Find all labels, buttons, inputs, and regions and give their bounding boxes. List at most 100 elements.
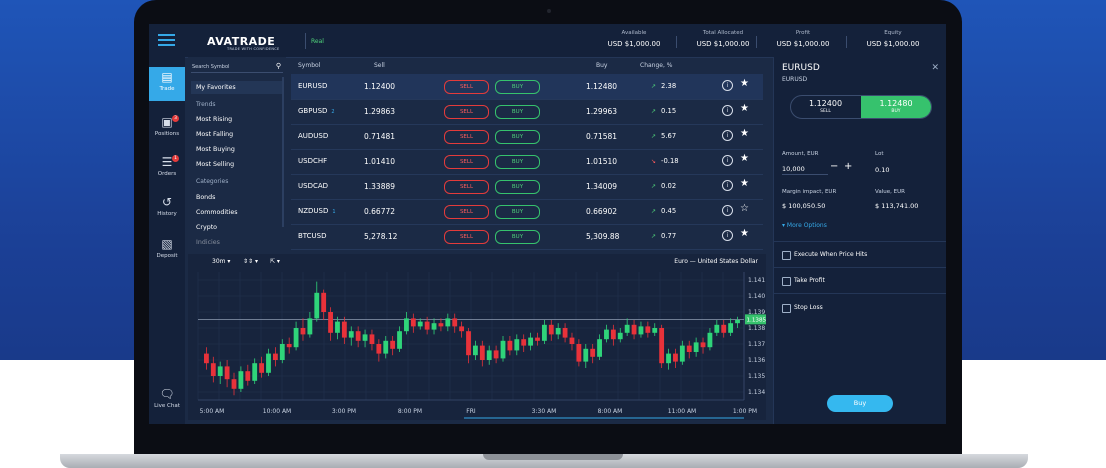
row-symbol: AUDUSD (298, 132, 329, 140)
star-filled-icon[interactable]: ★ (740, 78, 749, 89)
candle (328, 312, 333, 333)
info-icon[interactable]: i (722, 155, 733, 166)
star-filled-icon[interactable]: ★ (740, 128, 749, 139)
list-most-selling[interactable]: Most Selling (196, 161, 234, 168)
list-my-favorites[interactable]: My Favorites (191, 81, 284, 94)
row-sell-button[interactable]: SELL (444, 230, 489, 244)
candle (307, 318, 313, 335)
candle (383, 340, 389, 354)
candle (335, 321, 340, 333)
menu-icon[interactable] (158, 34, 175, 47)
candle (528, 337, 534, 346)
star-filled-icon[interactable]: ★ (740, 103, 749, 114)
row-sell-button[interactable]: SELL (444, 130, 489, 144)
candle (376, 344, 382, 354)
order-sell-toggle[interactable]: 1.12400 SELL (791, 96, 860, 118)
list-scrollbar[interactable] (282, 77, 284, 227)
nav-positions[interactable]: 3 ▣ Positions (149, 115, 185, 137)
table-row[interactable]: EURUSD 1.12400 SELL BUY 1.12480 ↗ 2.38 i ★ (291, 74, 763, 100)
row-buy-button[interactable]: BUY (495, 105, 540, 119)
list-crypto[interactable]: Crypto (196, 224, 217, 231)
star-filled-icon[interactable]: ★ (740, 153, 749, 164)
buy-button[interactable]: Buy (827, 395, 893, 412)
candle (231, 379, 237, 389)
row-sell-button[interactable]: SELL (444, 155, 489, 169)
close-icon[interactable]: ✕ (931, 63, 939, 73)
candle (314, 292, 320, 319)
row-sell-button[interactable]: SELL (444, 205, 489, 219)
candle (645, 326, 651, 333)
candle (341, 321, 347, 338)
star-outline-icon[interactable]: ☆ (740, 203, 749, 214)
nav-trade[interactable]: ▤ Trade (149, 67, 185, 101)
candle (604, 329, 609, 340)
nav-live-chat[interactable]: 🗨 Live Chat (149, 387, 185, 409)
stop-loss-checkbox[interactable] (782, 304, 791, 313)
table-row[interactable]: BTCUSD 5,278.12 SELL BUY 5,309.88 ↗ 0.77 i ★ (291, 224, 763, 250)
row-buy-button[interactable]: BUY (495, 130, 540, 144)
order-buy-toggle[interactable]: 1.12480 BUY (861, 96, 931, 118)
row-sell-price: 0.71481 (364, 132, 396, 141)
table-row[interactable]: GBPUSD 2 1.29863 SELL BUY 1.29963 ↗ 0.15 i ★ (291, 99, 763, 125)
list-bonds[interactable]: Bonds (196, 194, 215, 201)
table-row[interactable]: NZDUSD 1 0.66772 SELL BUY 0.66902 ↗ 0.45 i ☆ (291, 199, 763, 225)
divider (305, 33, 306, 49)
table-row[interactable]: USDCHF 1.01410 SELL BUY 1.01510 ↘ -0.18 i ★ (291, 149, 763, 175)
candlestick-chart[interactable]: 1.1411.1401.1391.1381.1371.1361.1351.134… (188, 254, 766, 420)
search-input[interactable]: Search Symbol ⚲ (191, 62, 283, 73)
table-row[interactable]: AUDUSD 0.71481 SELL BUY 0.71581 ↗ 5.67 i ★ (291, 124, 763, 150)
nav-deposit[interactable]: ▧ Deposit (149, 237, 185, 259)
divider (846, 36, 847, 48)
row-buy-button[interactable]: BUY (495, 80, 540, 94)
more-options-link[interactable]: ▾ More Options (782, 222, 827, 229)
star-filled-icon[interactable]: ★ (740, 178, 749, 189)
take-profit-checkbox[interactable] (782, 277, 791, 286)
row-sell-price: 1.33889 (364, 182, 396, 191)
info-icon[interactable]: i (722, 180, 733, 191)
candle (555, 328, 561, 335)
info-icon[interactable]: i (722, 205, 733, 216)
table-row[interactable]: USDCAD 1.33889 SELL BUY 1.34009 ↗ 0.02 i ★ (291, 174, 763, 200)
candle (266, 353, 271, 373)
value-label: Value, EUR (875, 189, 905, 195)
divider (774, 241, 946, 242)
row-buy-button[interactable]: BUY (495, 230, 540, 244)
candle (562, 328, 568, 338)
chart-icon: ▤ (161, 70, 173, 84)
candle (238, 371, 244, 389)
list-most-falling[interactable]: Most Falling (196, 131, 233, 138)
star-filled-icon[interactable]: ★ (740, 228, 749, 239)
y-tick-label: 1.141 (748, 277, 765, 284)
info-icon[interactable]: i (722, 230, 733, 241)
row-sell-button[interactable]: SELL (444, 180, 489, 194)
arrow-up-icon: ↗ (651, 133, 657, 140)
list-most-buying[interactable]: Most Buying (196, 146, 235, 153)
row-buy-button[interactable]: BUY (495, 205, 540, 219)
candle (514, 339, 520, 351)
row-sell-button[interactable]: SELL (444, 105, 489, 119)
list-indicies[interactable]: Indicies (196, 239, 220, 246)
info-icon[interactable]: i (722, 105, 733, 116)
increase-amount-button[interactable]: + (844, 161, 852, 172)
row-symbol: USDCAD (298, 182, 329, 190)
list-commodities[interactable]: Commodities (196, 209, 238, 216)
candle (362, 334, 368, 341)
amount-input[interactable]: 10,000 (782, 164, 828, 175)
nav-orders[interactable]: 1 ☰ Orders (149, 155, 185, 177)
candle (686, 345, 692, 352)
chat-icon: 🗨 (159, 387, 175, 401)
candle (452, 318, 458, 327)
nav-history[interactable]: ↺ History (149, 195, 185, 217)
execute-price-checkbox[interactable] (782, 251, 791, 260)
decrease-amount-button[interactable]: − (830, 161, 838, 172)
row-buy-button[interactable]: BUY (495, 155, 540, 169)
list-most-rising[interactable]: Most Rising (196, 116, 232, 123)
candle (286, 344, 292, 348)
info-icon[interactable]: i (722, 130, 733, 141)
info-icon[interactable]: i (722, 80, 733, 91)
row-buy-button[interactable]: BUY (495, 180, 540, 194)
trends-header: Trends (196, 101, 216, 108)
order-panel: EURUSD EURUSD ✕ 1.12400 SELL 1.12480 BUY A… (773, 57, 946, 424)
col-change: Change, % (640, 62, 673, 69)
row-sell-button[interactable]: SELL (444, 80, 489, 94)
